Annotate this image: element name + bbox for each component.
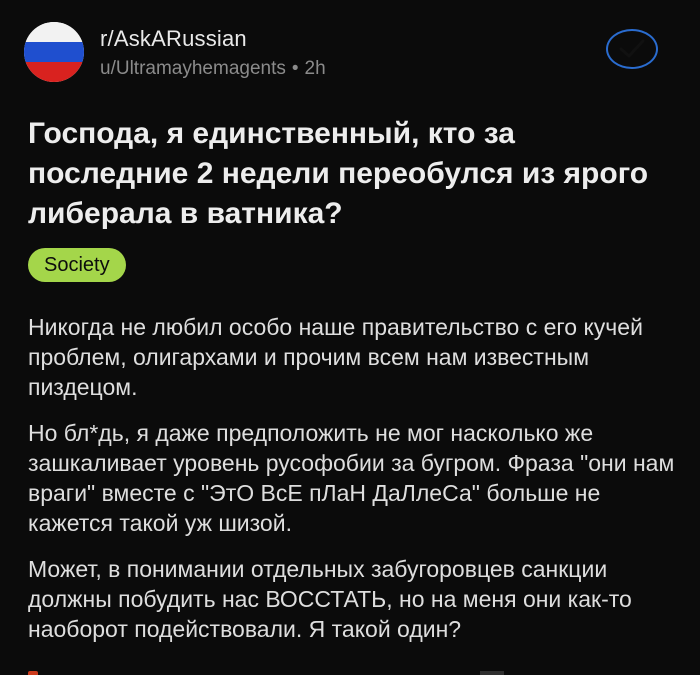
flair-badge[interactable]: Society bbox=[28, 248, 126, 282]
post-paragraph: Но бл*дь, я даже предположить не мог нас… bbox=[28, 420, 675, 536]
post-title[interactable]: Господа, я единственный, кто за последни… bbox=[28, 114, 678, 234]
author-name[interactable]: u/Ultramayhemagents bbox=[100, 58, 286, 79]
subreddit-name[interactable]: r/AskARussian bbox=[100, 26, 247, 52]
upvote-icon[interactable] bbox=[28, 671, 38, 675]
post-header: r/AskARussian u/Ultramayhemagents • 2h bbox=[0, 0, 700, 100]
post-paragraph: Никогда не любил особо наше правительств… bbox=[28, 314, 643, 400]
flag-stripe-blue bbox=[24, 42, 84, 62]
subreddit-avatar[interactable] bbox=[24, 22, 84, 82]
post-paragraph: Может, в понимании отдельных забугоровце… bbox=[28, 556, 632, 642]
check-icon bbox=[619, 39, 645, 58]
post-meta: u/Ultramayhemagents • 2h bbox=[100, 58, 326, 80]
flag-stripe-red bbox=[24, 62, 84, 82]
post-age: 2h bbox=[304, 58, 326, 79]
russia-flag-icon bbox=[24, 22, 84, 42]
share-icon[interactable] bbox=[480, 671, 504, 675]
action-bar-edge bbox=[0, 668, 700, 675]
check-circle-button[interactable] bbox=[606, 29, 658, 69]
post-body: Никогда не любил особо наше правительств… bbox=[28, 312, 678, 660]
meta-separator: • bbox=[291, 58, 299, 79]
